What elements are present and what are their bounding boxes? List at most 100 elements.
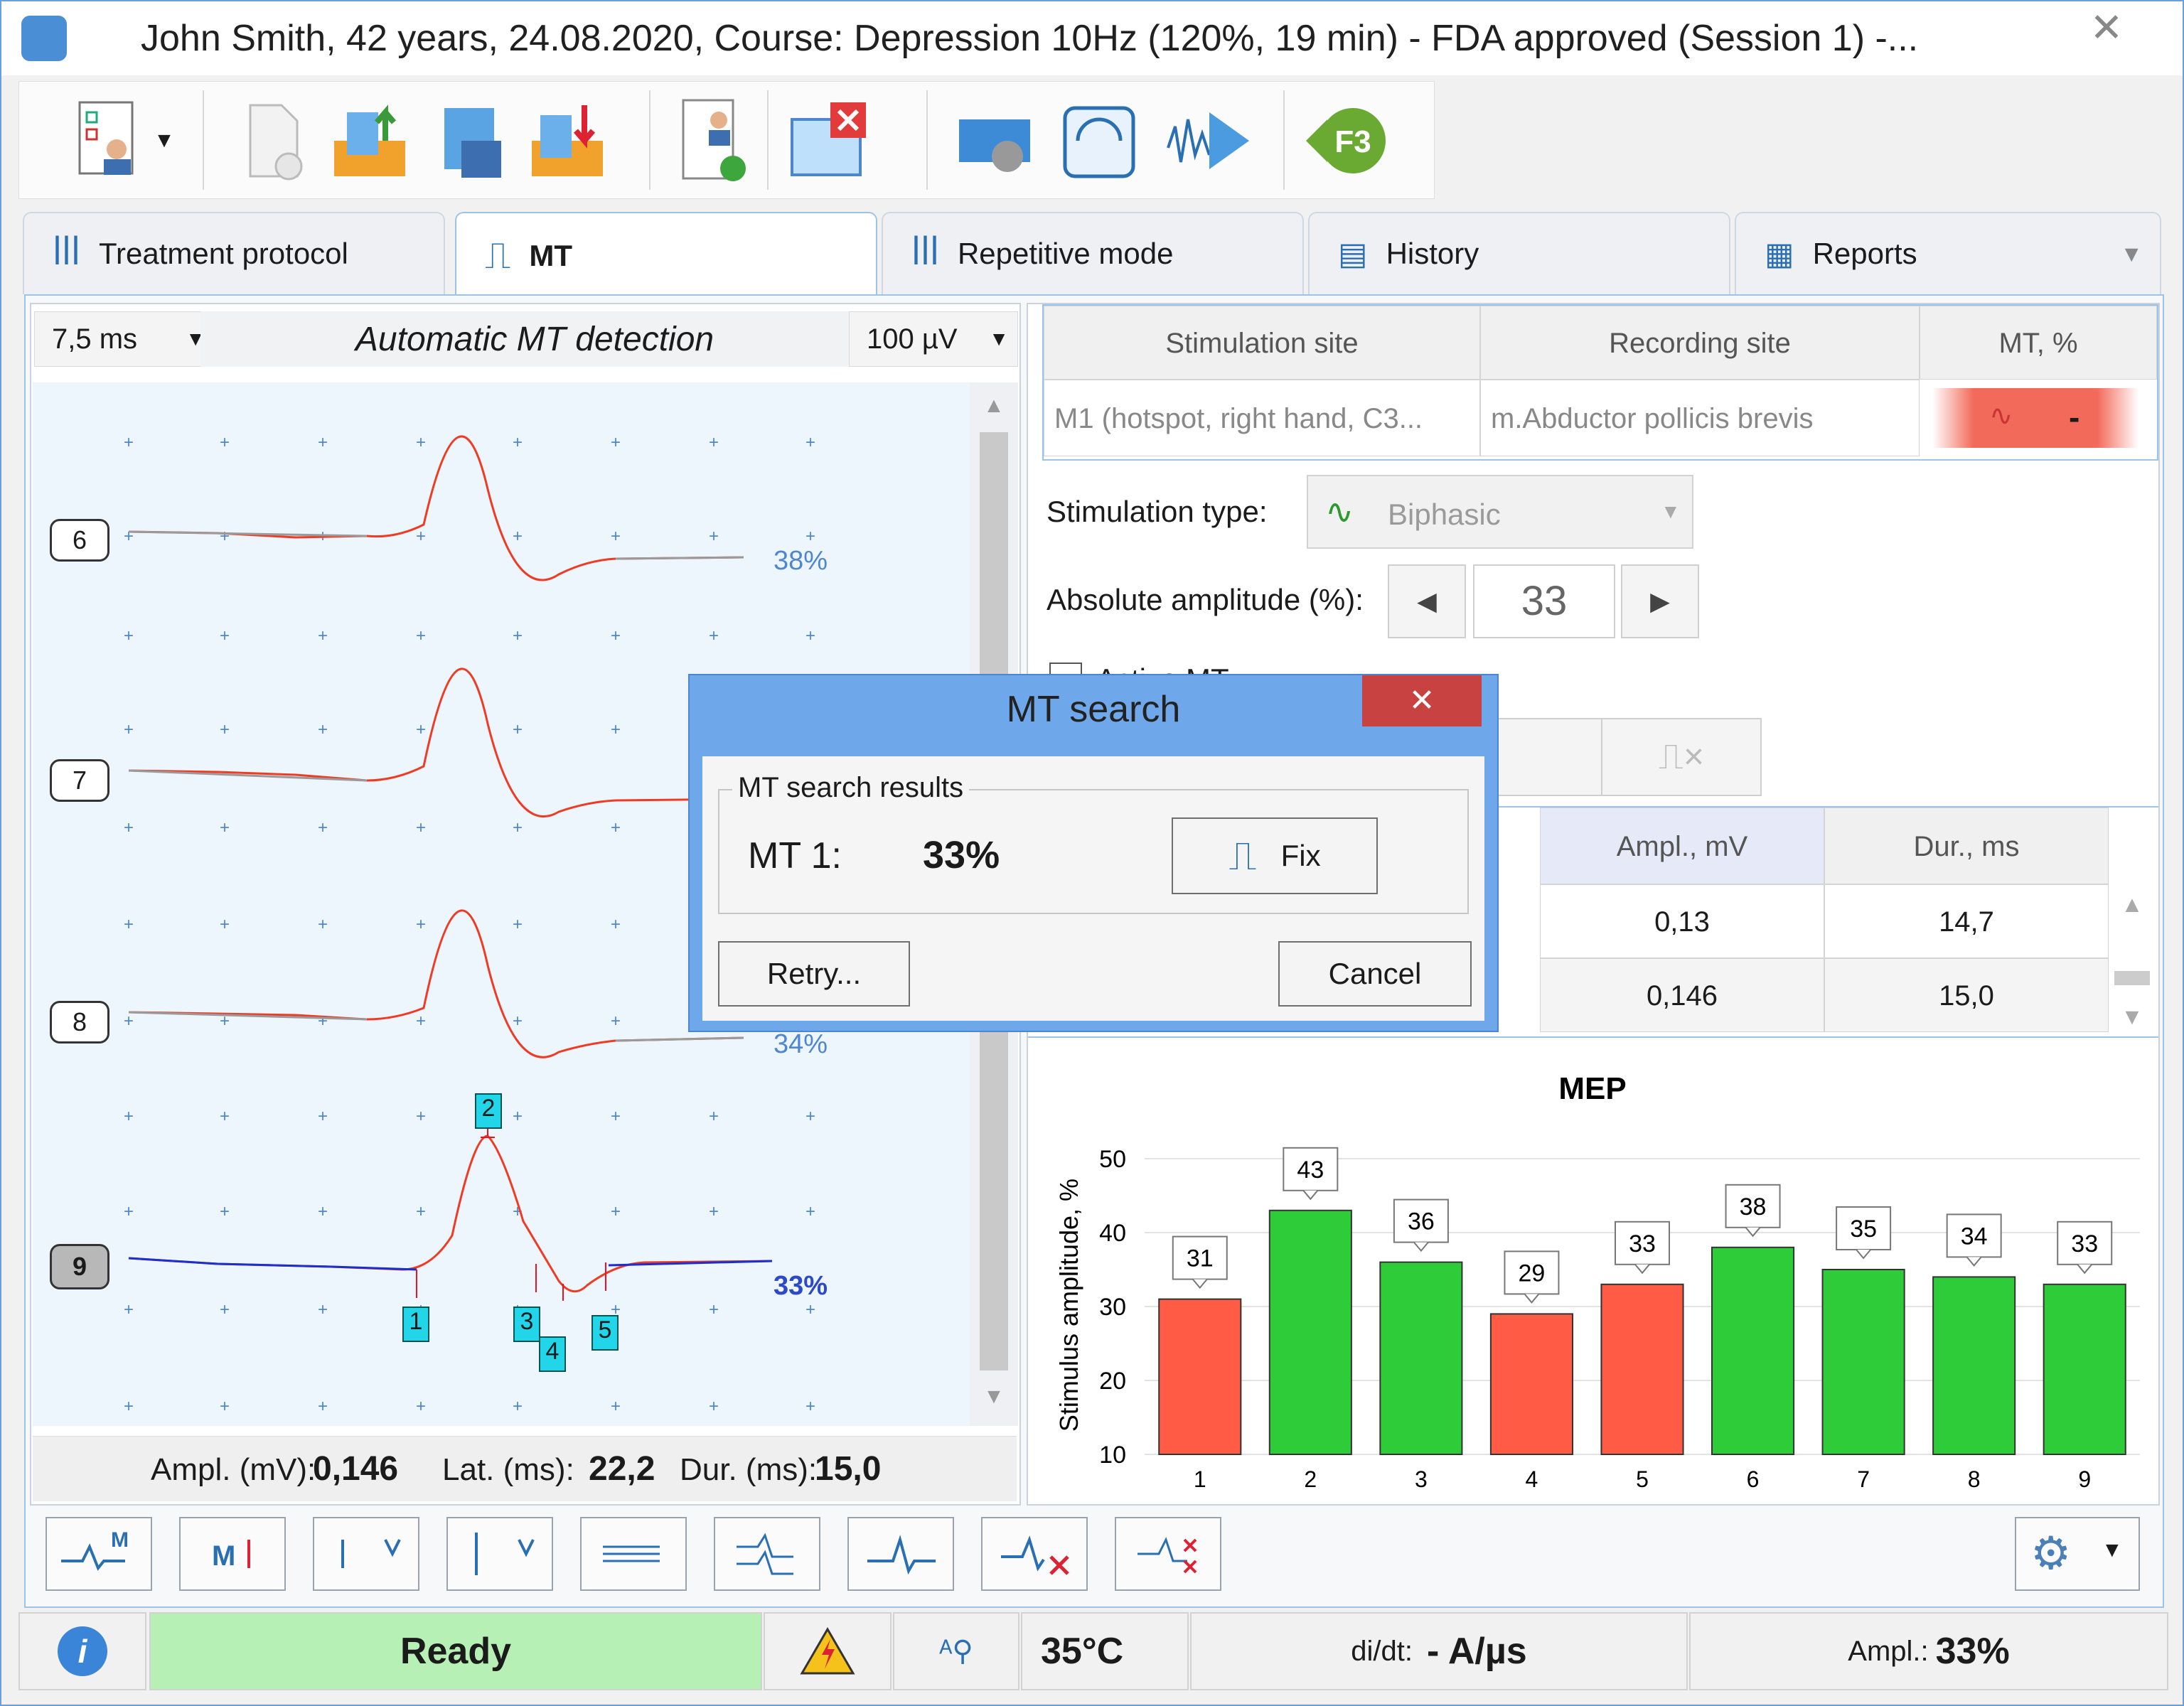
save-icon[interactable] [423, 93, 515, 188]
marker-offset[interactable]: 5 [592, 1315, 619, 1351]
grid-mark: + [318, 433, 328, 452]
close-window-icon[interactable] [783, 93, 875, 188]
grid-mark: + [611, 527, 621, 546]
marker-trough[interactable]: 4 [539, 1336, 566, 1372]
tab-mt[interactable]: ⎍ MT [455, 212, 877, 299]
x-tick-label: 5 [1636, 1466, 1649, 1492]
tabs-overflow-icon[interactable]: ▼ [2120, 241, 2143, 267]
retry-button[interactable]: Retry... [718, 941, 910, 1007]
grid-mark: + [805, 1300, 815, 1319]
marker-onset[interactable]: 1 [402, 1307, 429, 1342]
trace-number[interactable]: 8 [50, 1001, 109, 1044]
result-ampl[interactable]: 0,13 [1540, 884, 1824, 958]
stim-type-select[interactable]: ∿ Biphasic ▼ [1307, 475, 1693, 549]
export-icon[interactable] [521, 93, 614, 188]
timebase-select[interactable]: 7,5 ms ▼ [34, 311, 215, 367]
single-trace-icon[interactable] [847, 1517, 954, 1591]
data-label: 38 [1740, 1193, 1767, 1221]
title-bar: John Smith, 42 years, 24.08.2020, Course… [1, 1, 2183, 75]
col-recording-site[interactable]: Recording site [1480, 306, 1920, 380]
auto-markers-icon[interactable]: M [46, 1517, 152, 1591]
settings-button[interactable]: ⚙ ▼ [2015, 1517, 2140, 1591]
expand-traces-icon[interactable] [446, 1517, 553, 1591]
grid-mark: + [124, 626, 134, 645]
result-dur[interactable]: 14,7 [1824, 884, 2109, 958]
f3-shortcut-icon[interactable]: F3 [1299, 93, 1391, 188]
y-axis-label: Stimulus amplitude, % [1054, 1179, 1083, 1432]
scroll-thumb[interactable] [2114, 971, 2150, 985]
result-ampl[interactable]: 0,146 [1540, 958, 1824, 1032]
col-mt[interactable]: MT, % [1920, 306, 2157, 380]
ampl-label: Ampl. (mV): [151, 1452, 316, 1487]
info-icon[interactable]: i [18, 1612, 146, 1690]
scroll-up-icon[interactable]: ▲ [980, 394, 1008, 418]
col-stimulation-site[interactable]: Stimulation site [1044, 306, 1480, 380]
stim-type-label: Stimulation type: [1046, 495, 1268, 528]
trace-intensity: 33% [774, 1271, 828, 1301]
sensitivity-select[interactable]: 100 µV ▼ [849, 311, 1018, 367]
patient-checklist-icon[interactable] [62, 93, 154, 188]
overlay-traces-icon[interactable] [580, 1517, 687, 1591]
tab-treatment-protocol[interactable]: ꟾꟾꟾ Treatment protocol [23, 212, 445, 294]
site-table[interactable]: Stimulation site Recording site MT, % M1… [1042, 304, 2158, 461]
grid-mark: + [513, 626, 523, 645]
close-window-button[interactable]: ✕ [2046, 1, 2167, 54]
y-tick-label: 40 [1099, 1220, 1126, 1247]
trace-intensity: 38% [774, 546, 828, 576]
open-folder-icon[interactable] [323, 93, 416, 188]
compress-traces-icon[interactable] [313, 1517, 419, 1591]
decrease-button[interactable]: ◀ [1388, 564, 1466, 638]
marker-peak[interactable]: 2 [475, 1093, 502, 1129]
new-document-icon[interactable] [225, 93, 318, 188]
grid-mark: + [124, 1107, 134, 1126]
grid-mark: + [220, 1107, 230, 1126]
recording-site-cell[interactable]: m.Abductor pollicis brevis [1480, 380, 1920, 456]
tab-reports[interactable]: ▦ Reports ▼ [1735, 212, 2161, 294]
grid-mark: + [513, 433, 523, 452]
grid-mark: + [124, 720, 134, 739]
grid-mark: + [709, 1397, 719, 1416]
chart-title: MEP [1558, 1071, 1626, 1106]
fix-button[interactable]: ⎍ Fix [1172, 817, 1378, 894]
add-patient-icon[interactable] [666, 93, 759, 188]
delete-all-traces-icon[interactable] [1115, 1517, 1221, 1591]
col-ampl[interactable]: Ampl., mV [1540, 808, 1824, 884]
result-dur[interactable]: 15,0 [1824, 958, 2109, 1032]
mt-marker-icon[interactable]: M [179, 1517, 286, 1591]
abs-amp-input[interactable]: 33 [1473, 564, 1615, 638]
tab-repetitive-mode[interactable]: ꟾꟾꟾ Repetitive mode [882, 212, 1304, 294]
col-dur[interactable]: Dur., ms [1824, 808, 2109, 884]
grid-mark: + [805, 1107, 815, 1126]
scroll-down-icon[interactable]: ▼ [2114, 1004, 2150, 1030]
increase-button[interactable]: ▶ [1621, 564, 1699, 638]
abs-amp-label: Absolute amplitude (%): [1046, 583, 1364, 616]
grid-mark: + [220, 720, 230, 739]
trace-number-selected[interactable]: 9 [50, 1244, 109, 1289]
results-group-label: MT search results [732, 772, 970, 804]
marker-crossing[interactable]: 3 [513, 1307, 540, 1342]
device-settings-icon[interactable] [952, 93, 1044, 188]
delete-trace-icon[interactable] [981, 1517, 1088, 1591]
trace-number[interactable]: 6 [50, 519, 109, 562]
scroll-up-icon[interactable]: ▲ [2114, 891, 2150, 918]
grid-mark: + [220, 915, 230, 934]
warning-icon[interactable] [764, 1612, 892, 1690]
signal-play-icon[interactable] [1164, 93, 1256, 188]
dialog-close-button[interactable]: ✕ [1362, 675, 1482, 726]
x-tick-label: 9 [2078, 1466, 2091, 1492]
impedance-meter-icon[interactable] [1053, 93, 1145, 188]
chevron-down-icon[interactable]: ▼ [150, 93, 178, 188]
coil-icon[interactable]: ᴬ⚲ [893, 1612, 1019, 1690]
tab-history[interactable]: ▤ History [1308, 212, 1730, 294]
data-label-pointer [1192, 1278, 1208, 1289]
stimulation-site-cell[interactable]: M1 (hotspot, right hand, C3... [1044, 380, 1480, 456]
scroll-down-icon[interactable]: ▼ [980, 1385, 1008, 1409]
grid-mark: + [416, 1397, 426, 1416]
app-icon [21, 16, 67, 61]
x-tick-label: 3 [1415, 1466, 1428, 1492]
grid-mark: + [220, 433, 230, 452]
trace-number[interactable]: 7 [50, 759, 109, 802]
align-traces-icon[interactable] [714, 1517, 820, 1591]
clear-mt-icon[interactable]: ⎍× [1601, 718, 1762, 796]
cancel-button[interactable]: Cancel [1278, 941, 1472, 1007]
